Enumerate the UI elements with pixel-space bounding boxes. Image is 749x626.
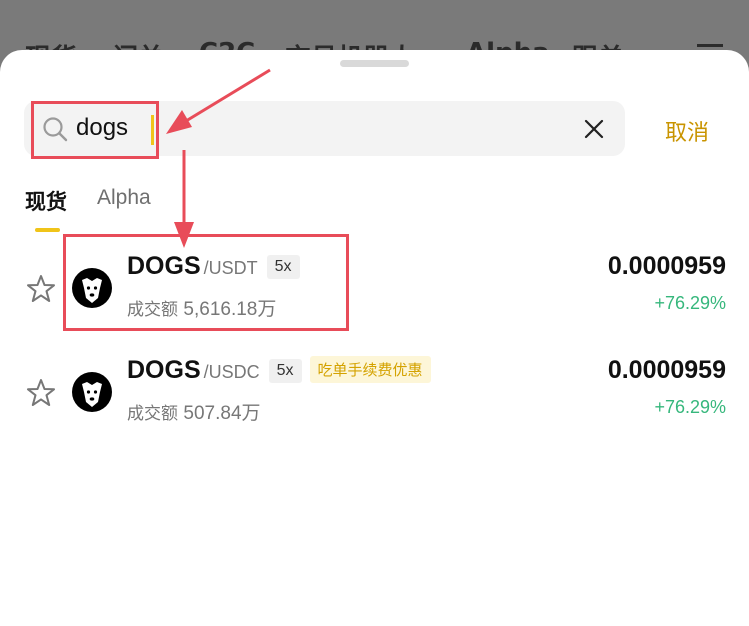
cancel-button[interactable]: 取消 <box>665 115 709 147</box>
clear-icon[interactable] <box>582 117 606 141</box>
result-row[interactable]: DOGS/USDC 5x 吃单手续费优惠 成交额 507.84万 0.0000959… <box>0 344 749 434</box>
tab-spot[interactable]: 现货 <box>25 186 67 216</box>
price-change: +76.29% <box>654 397 726 417</box>
drag-handle[interactable] <box>340 60 409 67</box>
coin-name: DOGS <box>127 356 201 384</box>
star-icon[interactable] <box>26 274 56 304</box>
volume-value: 507.84万 <box>183 403 261 424</box>
active-tab-indicator <box>35 228 60 232</box>
price: 0.0000959 <box>607 356 726 384</box>
highlight-search-box <box>31 101 159 159</box>
dog-avatar-icon <box>72 372 112 412</box>
promo-badge: 吃单手续费优惠 <box>309 356 431 383</box>
leverage-badge: 5x <box>268 359 302 383</box>
price-change: +76.29% <box>654 293 726 313</box>
highlight-result-row <box>63 234 349 331</box>
price: 0.0000959 <box>607 252 726 280</box>
volume-label: 成交额 <box>127 404 178 424</box>
tab-alpha[interactable]: Alpha <box>97 186 151 210</box>
star-icon[interactable] <box>26 378 56 408</box>
volume: 成交额 507.84万 <box>127 398 261 425</box>
coin-symbol: DOGS/USDC 5x 吃单手续费优惠 <box>127 356 431 385</box>
quote-currency: /USDC <box>203 362 260 382</box>
